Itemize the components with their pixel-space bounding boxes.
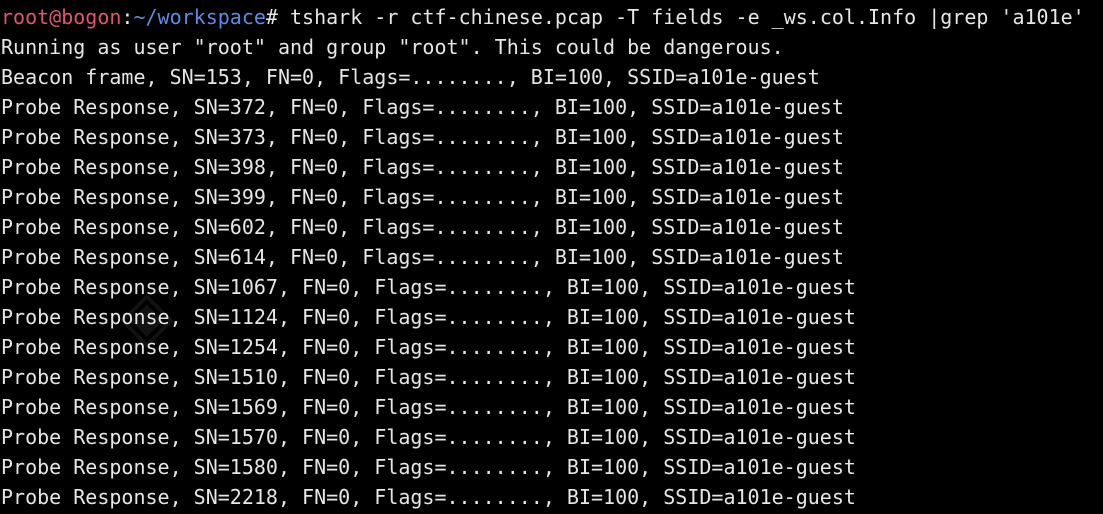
command-text: tshark -r ctf-chinese.pcap -T fields -e …: [290, 5, 1085, 29]
prompt-line: root@bogon:~/workspace# tshark -r ctf-ch…: [0, 2, 1103, 32]
output-line: Probe Response, SN=372, FN=0, Flags=....…: [1, 95, 844, 119]
output-line: Probe Response, SN=399, FN=0, Flags=....…: [1, 185, 844, 209]
output-line: Running as user "root" and group "root".…: [1, 35, 784, 59]
output-line: Probe Response, SN=614, FN=0, Flags=....…: [1, 245, 844, 269]
output-line: Probe Response, SN=1124, FN=0, Flags=...…: [1, 305, 856, 329]
output-line: Probe Response, SN=1569, FN=0, Flags=...…: [1, 395, 856, 419]
output-line: Probe Response, SN=398, FN=0, Flags=....…: [1, 155, 844, 179]
terminal-window[interactable]: root@bogon:~/workspace# tshark -r ctf-ch…: [0, 0, 1103, 514]
output-line: Beacon frame, SN=153, FN=0, Flags=......…: [1, 65, 820, 89]
output-line: Probe Response, SN=1067, FN=0, Flags=...…: [1, 275, 856, 299]
output-line: Probe Response, SN=373, FN=0, Flags=....…: [1, 125, 844, 149]
output-line: Probe Response, SN=2218, FN=0, Flags=...…: [1, 485, 856, 509]
output-line: Probe Response, SN=602, FN=0, Flags=....…: [1, 215, 844, 239]
prompt-separator: :: [121, 5, 134, 29]
output-line: Probe Response, SN=1570, FN=0, Flags=...…: [1, 425, 856, 449]
output-line: Probe Response, SN=1510, FN=0, Flags=...…: [1, 365, 856, 389]
output-line: Probe Response, SN=1254, FN=0, Flags=...…: [1, 335, 856, 359]
prompt-hash: #: [265, 5, 291, 29]
prompt-path: ~/workspace: [133, 5, 266, 29]
prompt-user-host: root@bogon: [1, 5, 122, 29]
output-line: Probe Response, SN=1580, FN=0, Flags=...…: [1, 455, 856, 479]
